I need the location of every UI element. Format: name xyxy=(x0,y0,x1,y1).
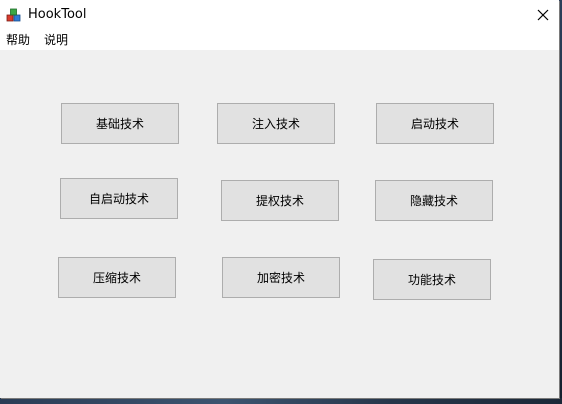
window-title: HookTool xyxy=(28,7,87,22)
privilege-escalation-tech-button[interactable]: 提权技术 xyxy=(221,180,339,221)
injection-tech-button[interactable]: 注入技术 xyxy=(217,103,335,144)
app-window: HookTool 帮助 说明 基础技术 注入技术 启动技术 自启动技术 提权技术… xyxy=(0,0,559,398)
title-bar[interactable]: HookTool xyxy=(0,0,559,31)
close-icon xyxy=(537,6,549,25)
autostart-tech-button[interactable]: 自启动技术 xyxy=(60,178,178,219)
menu-instructions[interactable]: 说明 xyxy=(44,32,68,49)
encryption-tech-button[interactable]: 加密技术 xyxy=(222,257,340,298)
client-area: 基础技术 注入技术 启动技术 自启动技术 提权技术 隐藏技术 压缩技术 加密技术… xyxy=(0,50,559,398)
hiding-tech-button[interactable]: 隐藏技术 xyxy=(375,180,493,221)
function-tech-button[interactable]: 功能技术 xyxy=(373,259,491,300)
compression-tech-button[interactable]: 压缩技术 xyxy=(58,257,176,298)
basic-tech-button[interactable]: 基础技术 xyxy=(61,103,179,144)
close-button[interactable] xyxy=(527,0,559,31)
desktop-taskbar-edge xyxy=(0,398,562,404)
colored-cubes-icon xyxy=(6,7,22,23)
menu-bar: 帮助 说明 xyxy=(0,31,559,50)
startup-tech-button[interactable]: 启动技术 xyxy=(376,103,494,144)
menu-help[interactable]: 帮助 xyxy=(6,32,30,49)
